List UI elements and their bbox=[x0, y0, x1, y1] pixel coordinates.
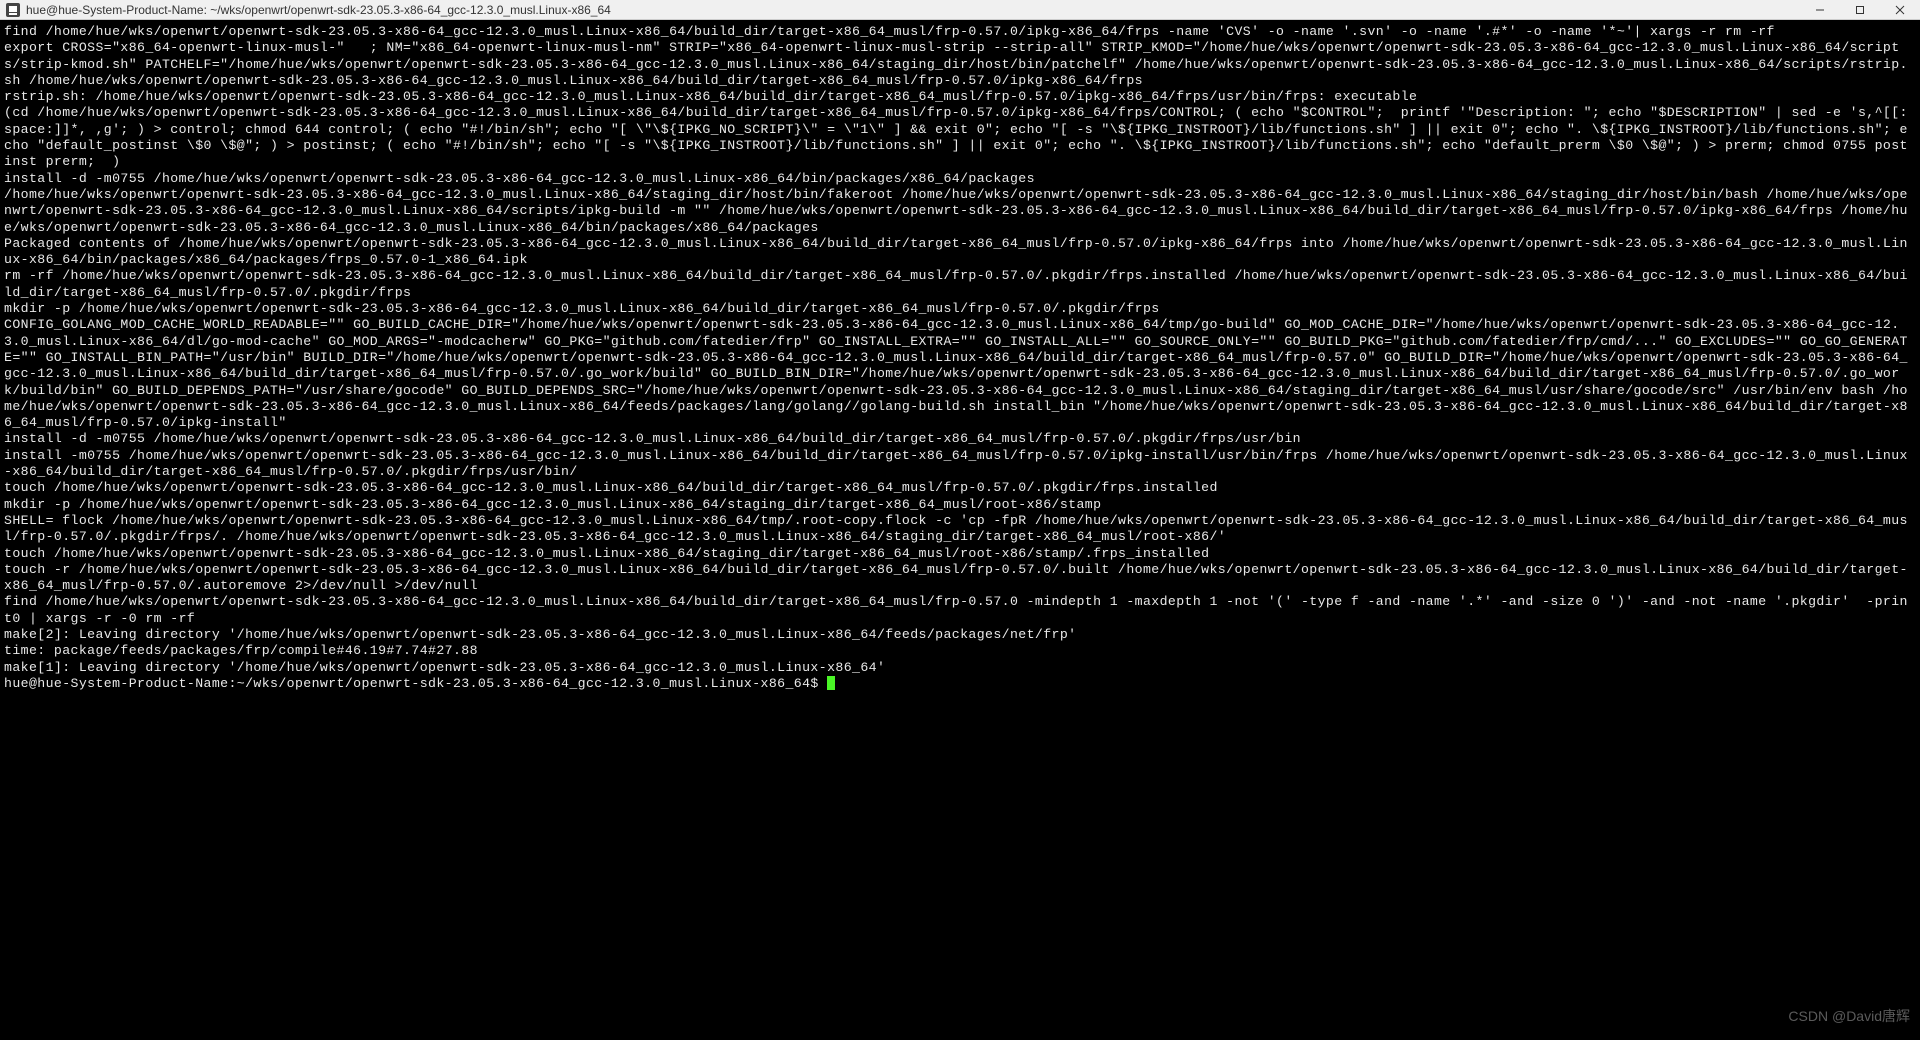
terminal-cursor bbox=[827, 676, 835, 690]
maximize-button[interactable] bbox=[1840, 0, 1880, 20]
shell-prompt: hue@hue-System-Product-Name:~/wks/openwr… bbox=[4, 676, 827, 691]
close-button[interactable] bbox=[1880, 0, 1920, 20]
window-title: hue@hue-System-Product-Name: ~/wks/openw… bbox=[26, 3, 611, 17]
maximize-icon bbox=[1855, 5, 1865, 15]
window-controls bbox=[1800, 0, 1920, 20]
window-titlebar: hue@hue-System-Product-Name: ~/wks/openw… bbox=[0, 0, 1920, 20]
terminal-output[interactable]: find /home/hue/wks/openwrt/openwrt-sdk-2… bbox=[0, 20, 1920, 1040]
app-icon bbox=[6, 3, 20, 17]
minimize-icon bbox=[1815, 5, 1825, 15]
minimize-button[interactable] bbox=[1800, 0, 1840, 20]
close-icon bbox=[1895, 5, 1905, 15]
